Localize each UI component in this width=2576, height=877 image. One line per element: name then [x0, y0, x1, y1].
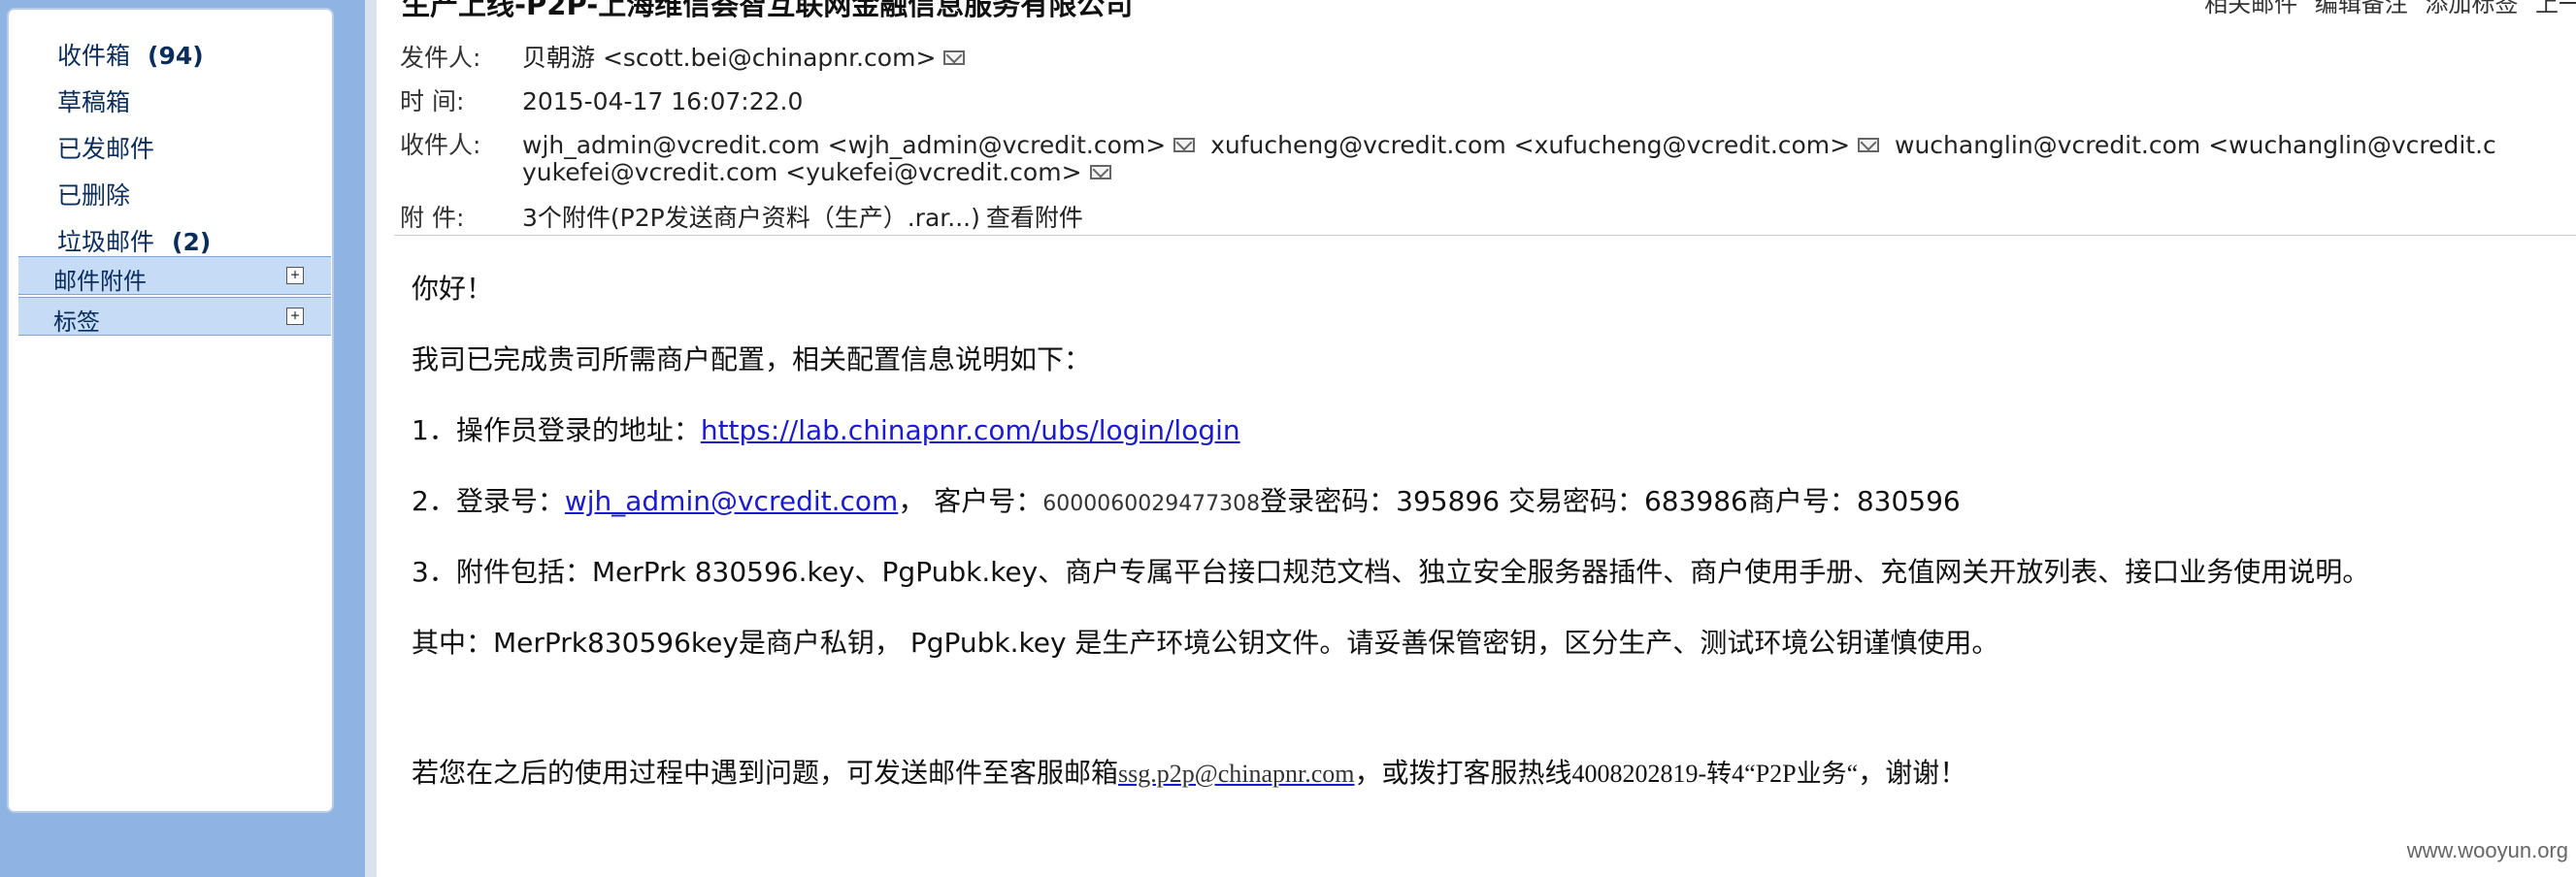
section-label: 邮件附件	[53, 268, 147, 295]
item-2: 2．登录号：wjh_admin@vcredit.com， 客户号：6000060…	[412, 480, 1961, 519]
view-attachments-link[interactable]: 查看附件	[986, 204, 1083, 232]
from-address[interactable]: 贝朝游 <scott.bei@chinapnr.com>	[522, 44, 936, 72]
expand-icon[interactable]: +	[286, 308, 304, 325]
item-1-text: 1．操作员登录的地址：	[412, 414, 701, 446]
folder-drafts[interactable]: 草稿箱	[57, 83, 130, 118]
unread-count: (94)	[148, 42, 204, 70]
time-label: 时 间:	[400, 87, 465, 115]
section-tags[interactable]: 标签 +	[18, 297, 331, 336]
to-row: 收件人: wjh_admin@vcredit.com <wjh_admin@vcr…	[400, 126, 2496, 161]
expand-icon[interactable]: +	[286, 267, 304, 284]
greeting: 你好！	[412, 273, 494, 305]
recipient[interactable]: yukefei@vcredit.com <yukefei@vcredit.com…	[522, 158, 1082, 186]
folder-label: 垃圾邮件	[57, 228, 155, 256]
mail-icon[interactable]	[1173, 138, 1196, 152]
mail-icon[interactable]	[1089, 165, 1111, 179]
section-attachments[interactable]: 邮件附件 +	[18, 256, 331, 295]
folder-deleted[interactable]: 已删除	[57, 177, 130, 211]
folder-label: 收件箱	[57, 42, 131, 70]
item-1: 1．操作员登录的地址：https://lab.chinapnr.com/ubs/…	[412, 409, 1240, 448]
recipient[interactable]: wjh_admin@vcredit.com <wjh_admin@vcredit…	[522, 131, 1166, 159]
email-view: 生产上线-P2P-上海维信荟智互联网金融信息服务有限公司 相关邮件 编辑备注 添…	[377, 0, 2576, 877]
time-row: 时 间: 2015-04-17 16:07:22.0	[400, 82, 803, 117]
support-phone: 4008202819-转4“P2P业务“	[1571, 760, 1859, 788]
email-actions: 相关邮件 编辑备注 添加标签 上一	[2195, 0, 2576, 18]
support-mid: ，或拨打客服热线	[1354, 757, 1572, 789]
folder-inbox[interactable]: 收件箱 (94)	[57, 37, 204, 72]
intro-text: 我司已完成贵司所需商户配置，相关配置信息说明如下：	[412, 343, 1092, 375]
attachment-summary: 3个附件(P2P发送商户资料（生产）.rar...)	[522, 204, 980, 232]
section-label: 标签	[53, 309, 100, 336]
sidebar: 收件箱 (94) 草稿箱 已发邮件 已删除 垃圾邮件 (2) 邮件附件 + 标签 +	[7, 8, 334, 813]
add-tag-link[interactable]: 添加标签	[2425, 0, 2518, 17]
folder-label: 已发邮件	[57, 135, 155, 163]
from-row: 发件人: 贝朝游 <scott.bei@chinapnr.com>	[400, 39, 966, 74]
item-3: 3．附件包括：MerPrk 830596.key、PgPubk.key、商户专属…	[412, 556, 2370, 588]
customer-number: 6000060029477308	[1042, 492, 1261, 516]
item-2-mid: ， 客户号：	[898, 485, 1043, 517]
from-label: 发件人:	[400, 44, 481, 72]
prev-mail-link[interactable]: 上一	[2535, 0, 2576, 17]
item-2-text: 2．登录号：	[412, 485, 565, 517]
folder-label: 已删除	[57, 181, 131, 210]
mail-icon[interactable]	[943, 50, 966, 65]
login-url-link[interactable]: https://lab.chinapnr.com/ubs/login/login	[701, 414, 1240, 446]
login-email-link[interactable]: wjh_admin@vcredit.com	[565, 485, 898, 517]
support-note: 若您在之后的使用过程中遇到问题，可发送邮件至客服邮箱ssg.p2p@chinap…	[412, 752, 1966, 791]
recipient[interactable]: xufucheng@vcredit.com <xufucheng@vcredit…	[1210, 131, 1850, 159]
to-row-continued: yukefei@vcredit.com <yukefei@vcredit.com…	[400, 158, 1111, 186]
folder-label: 草稿箱	[57, 88, 131, 116]
watermark: www.wooyun.org	[2406, 838, 2568, 862]
attachment-label: 附 件:	[400, 204, 465, 232]
item-2-rest: 登录密码：395896 交易密码：683986商户号：830596	[1260, 485, 1961, 517]
to-label: 收件人:	[400, 131, 481, 159]
panel-divider	[365, 0, 377, 877]
sent-time: 2015-04-17 16:07:22.0	[522, 87, 804, 115]
recipient[interactable]: wuchanglin@vcredit.com <wuchanglin@vcred…	[1895, 131, 2496, 159]
attachment-row: 附 件: 3个附件(P2P发送商户资料（生产）.rar...) 查看附件	[400, 199, 1083, 234]
folder-sent[interactable]: 已发邮件	[57, 130, 154, 165]
folder-spam[interactable]: 垃圾邮件 (2)	[57, 223, 211, 258]
unread-count: (2)	[172, 228, 212, 256]
support-email-link[interactable]: ssg.p2p@chinapnr.com	[1118, 760, 1354, 788]
header-divider	[394, 235, 2576, 236]
mail-icon[interactable]	[1858, 138, 1880, 152]
support-text: 若您在之后的使用过程中遇到问题，可发送邮件至客服邮箱	[412, 757, 1119, 789]
support-end: ，谢谢！	[1858, 757, 1967, 789]
email-subject: 生产上线-P2P-上海维信荟智互联网金融信息服务有限公司	[402, 0, 1134, 21]
related-mail-link[interactable]: 相关邮件	[2204, 0, 2297, 17]
edit-note-link[interactable]: 编辑备注	[2315, 0, 2408, 17]
key-note: 其中：MerPrk830596key是商户私钥， PgPubk.key 是生产环…	[412, 627, 1999, 659]
